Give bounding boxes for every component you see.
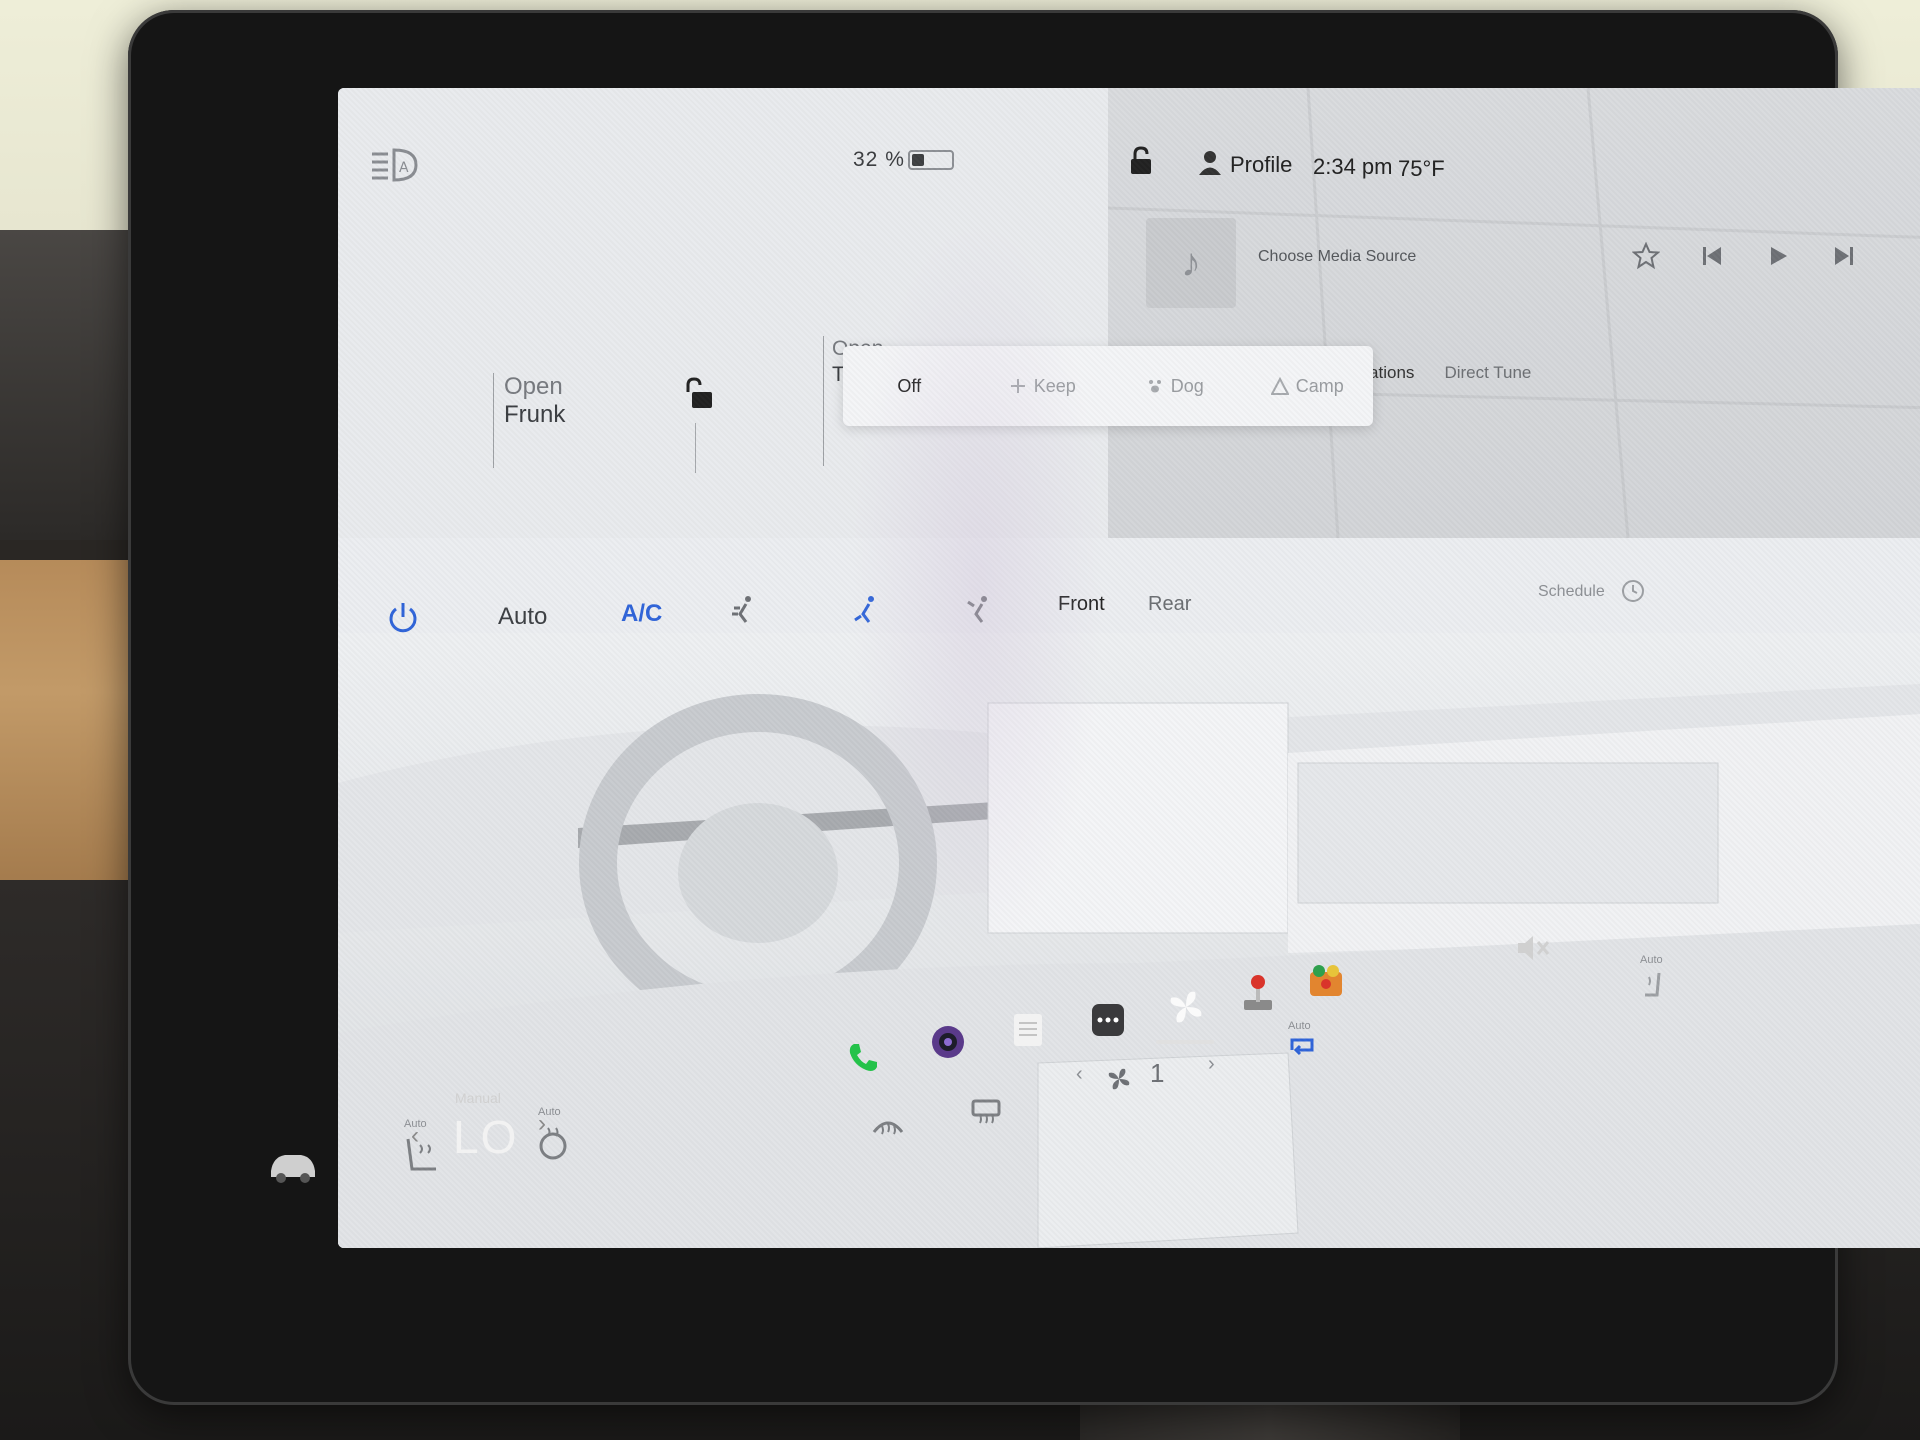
mode-camp-label: Camp bbox=[1295, 375, 1344, 396]
climate-power-icon[interactable] bbox=[383, 598, 423, 638]
climate-fan-icon[interactable] bbox=[1164, 985, 1208, 1029]
svg-text:A: A bbox=[399, 160, 409, 176]
mode-off-label: Off bbox=[897, 375, 922, 396]
car-icon[interactable] bbox=[263, 1140, 323, 1190]
frunk-label-line2: Frunk bbox=[504, 401, 566, 428]
fan-speed-value: 1 bbox=[1150, 1058, 1165, 1088]
recirculate-icon[interactable] bbox=[1286, 1033, 1318, 1063]
arcade-joystick-icon[interactable] bbox=[1238, 970, 1278, 1014]
battery-icon bbox=[908, 150, 954, 170]
cabin-temperature-setting[interactable]: LO bbox=[453, 1110, 518, 1164]
phone-icon[interactable] bbox=[843, 1038, 883, 1078]
fan-increase-button[interactable]: › bbox=[1208, 1053, 1215, 1076]
mode-camp[interactable]: Camp bbox=[1241, 376, 1374, 397]
headlights-auto-icon[interactable]: A bbox=[368, 146, 418, 184]
mode-dog[interactable]: Dog bbox=[1108, 376, 1241, 397]
outside-temperature: 75°F bbox=[1398, 156, 1445, 181]
mode-keep[interactable]: Keep bbox=[976, 376, 1109, 397]
ac-button[interactable]: A/C bbox=[621, 600, 662, 628]
touchscreen: A 32 % Profile 2:34 pm 75°F ♪ Choose Med… bbox=[338, 88, 1920, 1248]
active-app-indicator bbox=[1156, 1040, 1214, 1044]
temperature-mode-label: Manual bbox=[455, 1090, 501, 1106]
profile-button[interactable]: Profile bbox=[1230, 152, 1292, 178]
tab-direct-tune[interactable]: Direct Tune bbox=[1444, 363, 1531, 383]
front-defrost-icon[interactable] bbox=[868, 1108, 908, 1144]
rear-defrost-icon[interactable] bbox=[966, 1093, 1006, 1129]
battery-percent: 32 % bbox=[853, 148, 905, 171]
next-track-icon[interactable] bbox=[1826, 238, 1862, 274]
toybox-icon[interactable] bbox=[1306, 960, 1346, 1000]
play-icon[interactable] bbox=[1760, 238, 1796, 274]
seat-heater-icon[interactable] bbox=[398, 1128, 446, 1186]
previous-track-icon[interactable] bbox=[1694, 238, 1730, 274]
unlock-icon[interactable] bbox=[686, 376, 716, 412]
schedule-button[interactable]: Schedule bbox=[1538, 583, 1605, 601]
display-bezel: A 32 % Profile 2:34 pm 75°F ♪ Choose Med… bbox=[128, 10, 1920, 1405]
divider bbox=[695, 423, 696, 473]
notes-icon[interactable] bbox=[1008, 1010, 1048, 1050]
frunk-label-line1: Open bbox=[504, 373, 563, 400]
temperature-decrease-button[interactable]: ‹ bbox=[411, 1122, 419, 1150]
mode-keep-label: Keep bbox=[1033, 375, 1076, 396]
airflow-windshield-icon[interactable] bbox=[956, 588, 1000, 632]
fan-decrease-button[interactable]: ‹ bbox=[1076, 1063, 1083, 1086]
airflow-face-icon[interactable] bbox=[720, 588, 764, 632]
fan-keep-icon bbox=[1008, 376, 1028, 396]
mode-dog-label: Dog bbox=[1170, 375, 1204, 396]
fan-icon bbox=[1103, 1063, 1135, 1095]
camera-icon[interactable] bbox=[928, 1022, 968, 1062]
paw-icon bbox=[1145, 376, 1165, 396]
open-frunk-button[interactable]: Open Frunk bbox=[493, 373, 565, 468]
favorite-star-icon[interactable] bbox=[1628, 238, 1664, 274]
media-source-label[interactable]: Choose Media Source bbox=[1258, 248, 1416, 266]
clock-icon[interactable] bbox=[1620, 578, 1646, 604]
cabin-illustration bbox=[338, 633, 1920, 1248]
clock: 2:34 pm bbox=[1313, 154, 1393, 179]
passenger-seat-heater-icon[interactable] bbox=[1638, 968, 1668, 1004]
climate-keep-modes: Off Keep Dog Camp bbox=[843, 346, 1373, 426]
recirculate-auto-label: Auto bbox=[1288, 1020, 1311, 1032]
media-controls bbox=[1628, 238, 1862, 274]
car-panel bbox=[338, 88, 1108, 538]
more-apps-icon[interactable] bbox=[1088, 1000, 1128, 1040]
temperature-increase-button[interactable]: › bbox=[538, 1110, 546, 1138]
airflow-feet-icon[interactable] bbox=[843, 588, 887, 632]
rear-seat-auto-label: Auto bbox=[1640, 954, 1663, 966]
lock-icon[interactable] bbox=[1128, 146, 1154, 176]
profile-icon[interactable] bbox=[1198, 150, 1222, 176]
battery-level-fill bbox=[912, 154, 924, 166]
tab-front[interactable]: Front bbox=[1058, 593, 1105, 616]
climate-auto-button[interactable]: Auto bbox=[498, 603, 547, 631]
music-note-icon: ♪ bbox=[1146, 218, 1236, 308]
mode-off[interactable]: Off bbox=[843, 376, 976, 397]
tab-rear[interactable]: Rear bbox=[1148, 593, 1191, 616]
tent-icon bbox=[1270, 376, 1290, 396]
volume-muted-icon[interactable] bbox=[1513, 930, 1553, 966]
